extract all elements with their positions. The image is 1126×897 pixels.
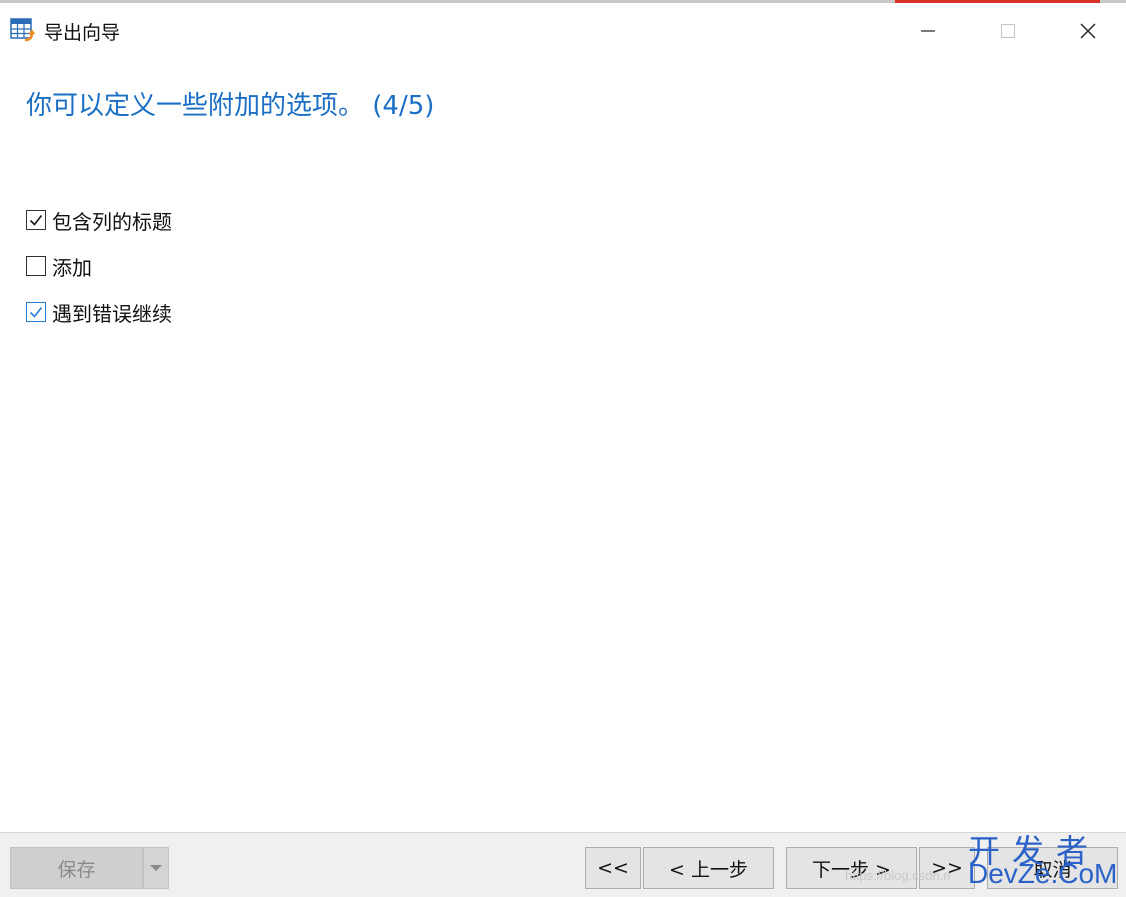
checkbox-append[interactable] xyxy=(26,256,46,276)
watermark-brand-en: DevZe.CoM xyxy=(968,858,1118,889)
close-icon xyxy=(1080,23,1096,39)
option-label: 添加 xyxy=(52,255,92,280)
maximize-button[interactable] xyxy=(968,6,1048,56)
title-bar: 导出向导 xyxy=(0,3,1126,55)
checkmark-icon xyxy=(29,215,43,226)
option-continue-on-error[interactable]: 遇到错误继续 xyxy=(26,300,172,326)
table-export-icon xyxy=(10,18,36,42)
first-step-button[interactable]: << xyxy=(585,847,641,889)
save-button[interactable]: 保存 xyxy=(10,847,143,889)
previous-step-button[interactable]: < 上一步 xyxy=(643,847,774,889)
minimize-icon xyxy=(921,30,935,32)
checkmark-icon xyxy=(29,307,43,318)
option-label: 遇到错误继续 xyxy=(52,301,172,326)
option-append[interactable]: 添加 xyxy=(26,254,92,280)
option-label: 包含列的标题 xyxy=(52,209,172,234)
maximize-icon xyxy=(1001,24,1015,38)
watermark-url: https://blog.csdn.n xyxy=(845,868,951,883)
step-heading: 你可以定义一些附加的选项。 (4/5) xyxy=(26,91,435,121)
close-button[interactable] xyxy=(1048,6,1126,56)
checkbox-include-headers[interactable] xyxy=(26,210,46,230)
window-title: 导出向导 xyxy=(44,22,121,44)
dropdown-arrow-icon xyxy=(150,865,162,871)
minimize-button[interactable] xyxy=(888,6,968,56)
option-include-headers[interactable]: 包含列的标题 xyxy=(26,208,172,234)
save-dropdown-button[interactable] xyxy=(143,847,169,889)
checkbox-continue-on-error[interactable] xyxy=(26,302,46,322)
